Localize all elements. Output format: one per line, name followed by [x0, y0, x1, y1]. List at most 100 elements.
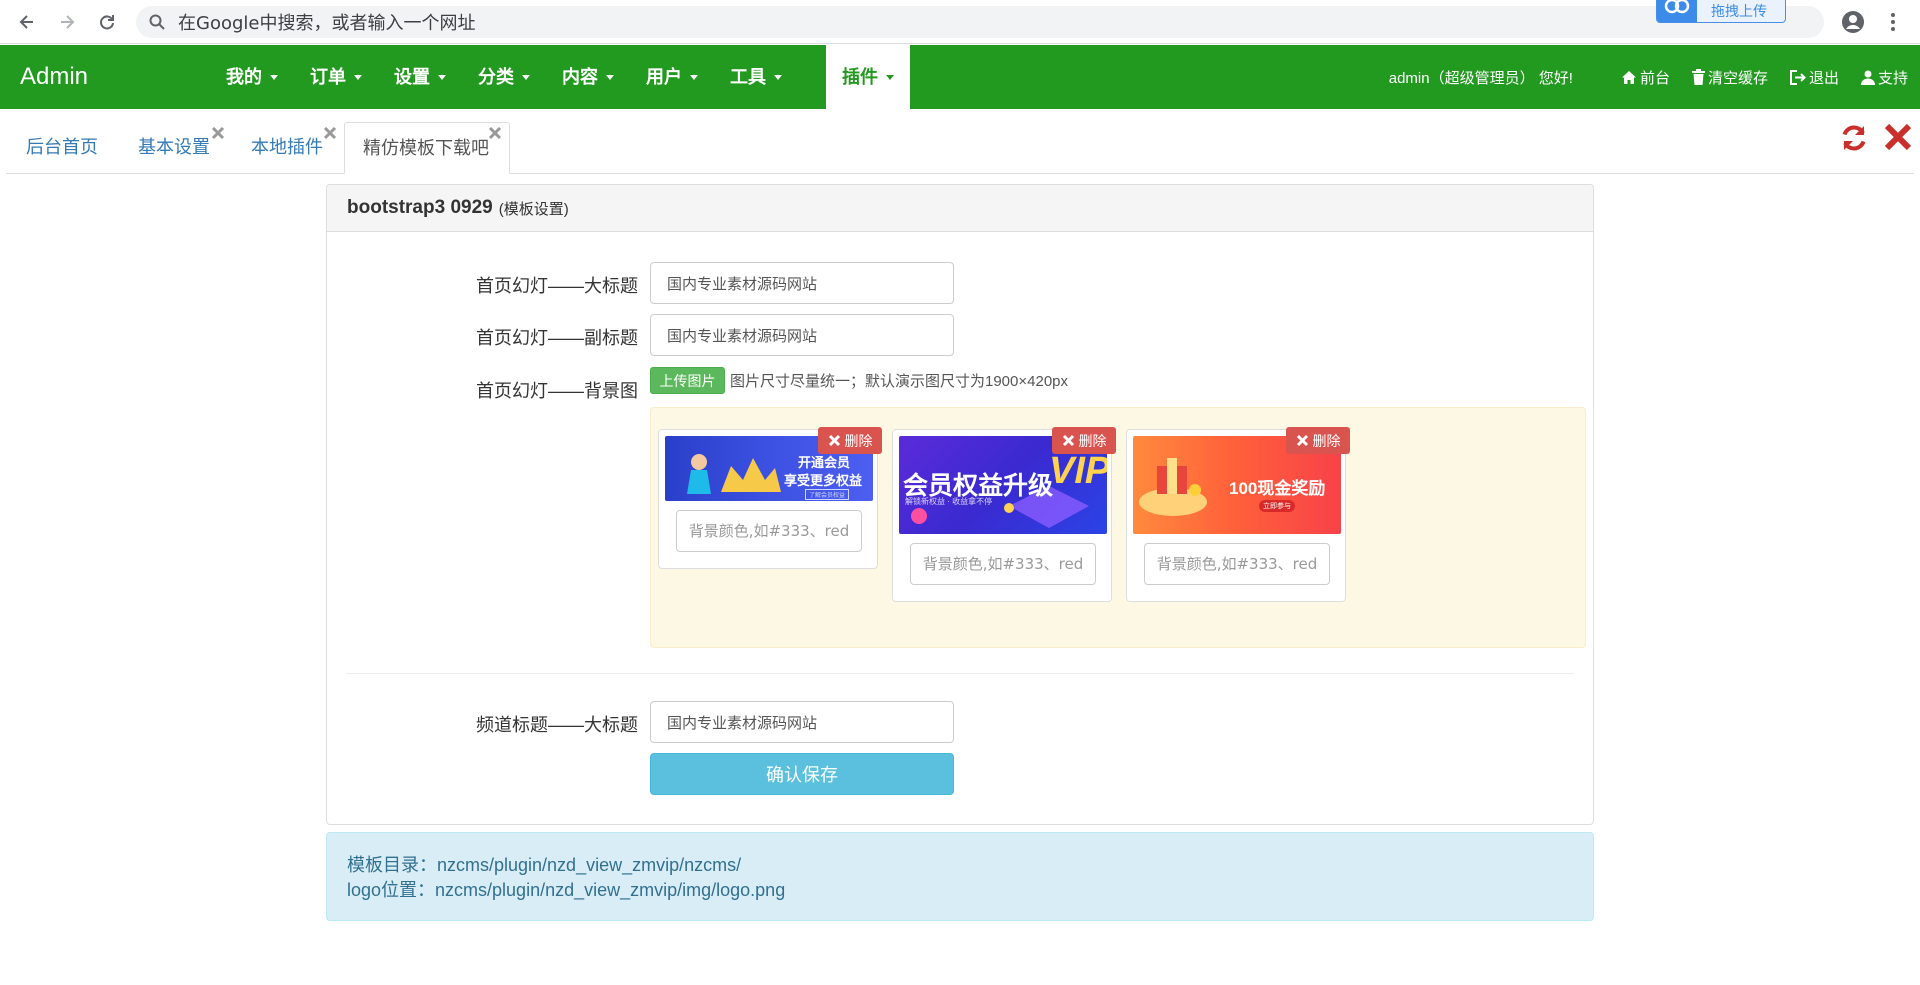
template-info-alert: 模板目录：nzcms/plugin/nzd_view_zmvip/nzcms/ …: [326, 832, 1594, 921]
tab-label: 基本设置: [138, 137, 210, 157]
close-tab-icon[interactable]: [488, 126, 502, 140]
brand-logo[interactable]: Admin: [20, 45, 88, 109]
banner-text: 100现金奖励: [1229, 479, 1326, 498]
template-dir-text: 模板目录：nzcms/plugin/nzd_view_zmvip/nzcms/: [347, 855, 742, 875]
bg-color-input[interactable]: 背景颜色,如#333、red: [910, 543, 1096, 585]
menu-dots-icon[interactable]: [1880, 10, 1906, 34]
refresh-icon[interactable]: [1838, 122, 1870, 154]
tab-basic-settings[interactable]: 基本设置: [128, 122, 220, 174]
menu-label: 分类: [478, 67, 514, 87]
logout-label: 退出: [1808, 69, 1839, 87]
main-menu: 我的 订单 设置 分类 内容 用户 工具 插件: [210, 45, 910, 109]
trash-icon: [1691, 69, 1705, 85]
browser-toolbar: 在Google中搜索，或者输入一个网址 拖拽上传: [0, 0, 1920, 44]
upload-image-button[interactable]: 上传图片: [650, 367, 725, 394]
menu-label: 订单: [310, 67, 346, 87]
menu-label: 插件: [842, 67, 878, 87]
address-bar-placeholder: 在Google中搜索，或者输入一个网址: [178, 13, 476, 34]
logo-path-text: logo位置：nzcms/plugin/nzd_view_zmvip/img/l…: [347, 880, 786, 900]
close-tab-icon[interactable]: [211, 126, 225, 140]
frontend-link[interactable]: 前台: [1621, 67, 1670, 88]
navbar-right: admin（超级管理员） 您好! 前台 清空缓存 退出 支持: [1389, 45, 1908, 109]
menu-item-mine[interactable]: 我的: [210, 45, 294, 109]
frontend-link-label: 前台: [1639, 69, 1670, 87]
menu-item-orders[interactable]: 订单: [294, 45, 378, 109]
background-image-gallery: 开通会员 享受更多权益 了解会员权益 删除 背景颜色,如#333、red 会员权…: [650, 407, 1586, 648]
save-button[interactable]: 确认保存: [650, 753, 954, 795]
forward-icon[interactable]: [54, 10, 80, 34]
slide-subtitle-input[interactable]: [650, 314, 954, 356]
delete-x-icon: [828, 434, 840, 447]
slide-title-label: 首页幻灯——大标题: [476, 276, 638, 296]
slide-bg-label: 首页幻灯——背景图: [476, 381, 638, 401]
panel-subtitle: (模板设置): [498, 200, 569, 218]
tab-bar: 后台首页 基本设置 本地插件 精仿模板下载吧: [6, 118, 1914, 174]
image-card: 会员权益升级 VIP 解锁新权益 · 收益拿不停 删除 背景颜色,如#333、r…: [892, 427, 1116, 602]
channel-title-input[interactable]: [650, 701, 954, 743]
channel-title-label: 频道标题——大标题: [476, 715, 638, 735]
bg-color-input[interactable]: 背景颜色,如#333、red: [1144, 543, 1330, 585]
address-bar[interactable]: 在Google中搜索，或者输入一个网址: [136, 6, 1824, 38]
close-tab-icon[interactable]: [323, 126, 337, 140]
caret-down-icon: [438, 74, 446, 80]
user-greeting: admin（超级管理员） 您好!: [1388, 69, 1573, 87]
delete-label: 删除: [1312, 432, 1341, 449]
caret-down-icon: [270, 74, 278, 80]
banner-small-text: 立即参与: [1259, 500, 1295, 512]
delete-label: 删除: [1078, 432, 1107, 449]
delete-label: 删除: [844, 432, 873, 449]
tab-label: 精仿模板下载吧: [363, 138, 489, 158]
banner-small-text: 解锁新权益 · 收益拿不停: [905, 497, 993, 506]
menu-label: 用户: [646, 67, 682, 87]
menu-item-users[interactable]: 用户: [630, 45, 714, 109]
menu-label: 内容: [562, 67, 598, 87]
slide-subtitle-label: 首页幻灯——副标题: [476, 328, 638, 348]
logout-icon: [1789, 69, 1806, 85]
banner-small-text: 了解会员权益: [805, 489, 850, 500]
banner-text: 开通会员: [798, 455, 851, 470]
admin-navbar: Admin 我的 订单 设置 分类 内容 用户 工具 插件 admin（超级管理…: [0, 45, 1920, 109]
clear-cache-link[interactable]: 清空缓存: [1691, 67, 1768, 88]
drag-upload-label: 拖拽上传: [1711, 2, 1767, 19]
tab-dashboard[interactable]: 后台首页: [16, 122, 108, 174]
slide-title-input[interactable]: [650, 262, 954, 304]
menu-label: 我的: [226, 67, 262, 87]
menu-item-content[interactable]: 内容: [546, 45, 630, 109]
back-icon[interactable]: [14, 10, 40, 34]
caret-down-icon: [690, 74, 698, 80]
tab-label: 后台首页: [26, 137, 98, 157]
image-card: 开通会员 享受更多权益 了解会员权益 删除 背景颜色,如#333、red: [658, 427, 882, 569]
form-divider: [346, 673, 1574, 674]
profile-icon[interactable]: [1840, 10, 1866, 34]
delete-image-button[interactable]: 删除: [818, 427, 882, 454]
menu-item-categories[interactable]: 分类: [462, 45, 546, 109]
logout-link[interactable]: 退出: [1789, 67, 1839, 88]
delete-x-icon: [1062, 434, 1074, 447]
delete-x-icon: [1296, 434, 1308, 447]
user-icon: [1860, 70, 1875, 85]
menu-item-tools[interactable]: 工具: [714, 45, 798, 109]
menu-label: 设置: [394, 67, 430, 87]
panel-title: bootstrap3 0929: [347, 197, 493, 218]
upload-size-hint: 图片尺寸尽量统一；默认演示图尺寸为1900×420px: [730, 373, 1068, 390]
bg-color-input[interactable]: 背景颜色,如#333、red: [676, 510, 862, 552]
banner-badge: VIP: [1049, 450, 1107, 492]
tab-template-download[interactable]: 精仿模板下载吧: [344, 122, 510, 174]
home-icon: [1621, 70, 1636, 84]
caret-down-icon: [354, 74, 362, 80]
support-link[interactable]: 支持: [1860, 67, 1908, 88]
menu-item-plugins[interactable]: 插件: [826, 45, 910, 109]
tab-local-plugins[interactable]: 本地插件: [241, 122, 333, 174]
tab-label: 本地插件: [251, 137, 323, 157]
drag-upload-extension[interactable]: 拖拽上传: [1656, 0, 1786, 23]
menu-item-settings[interactable]: 设置: [378, 45, 462, 109]
banner-text: 享受更多权益: [784, 473, 863, 488]
delete-image-button[interactable]: 删除: [1052, 427, 1116, 454]
clear-cache-label: 清空缓存: [1707, 69, 1768, 87]
caret-down-icon: [606, 74, 614, 80]
delete-image-button[interactable]: 删除: [1286, 427, 1350, 454]
search-icon: [149, 14, 165, 30]
close-all-icon[interactable]: [1883, 122, 1913, 152]
baidu-cloud-icon: [1657, 0, 1697, 22]
reload-icon[interactable]: [94, 10, 120, 34]
